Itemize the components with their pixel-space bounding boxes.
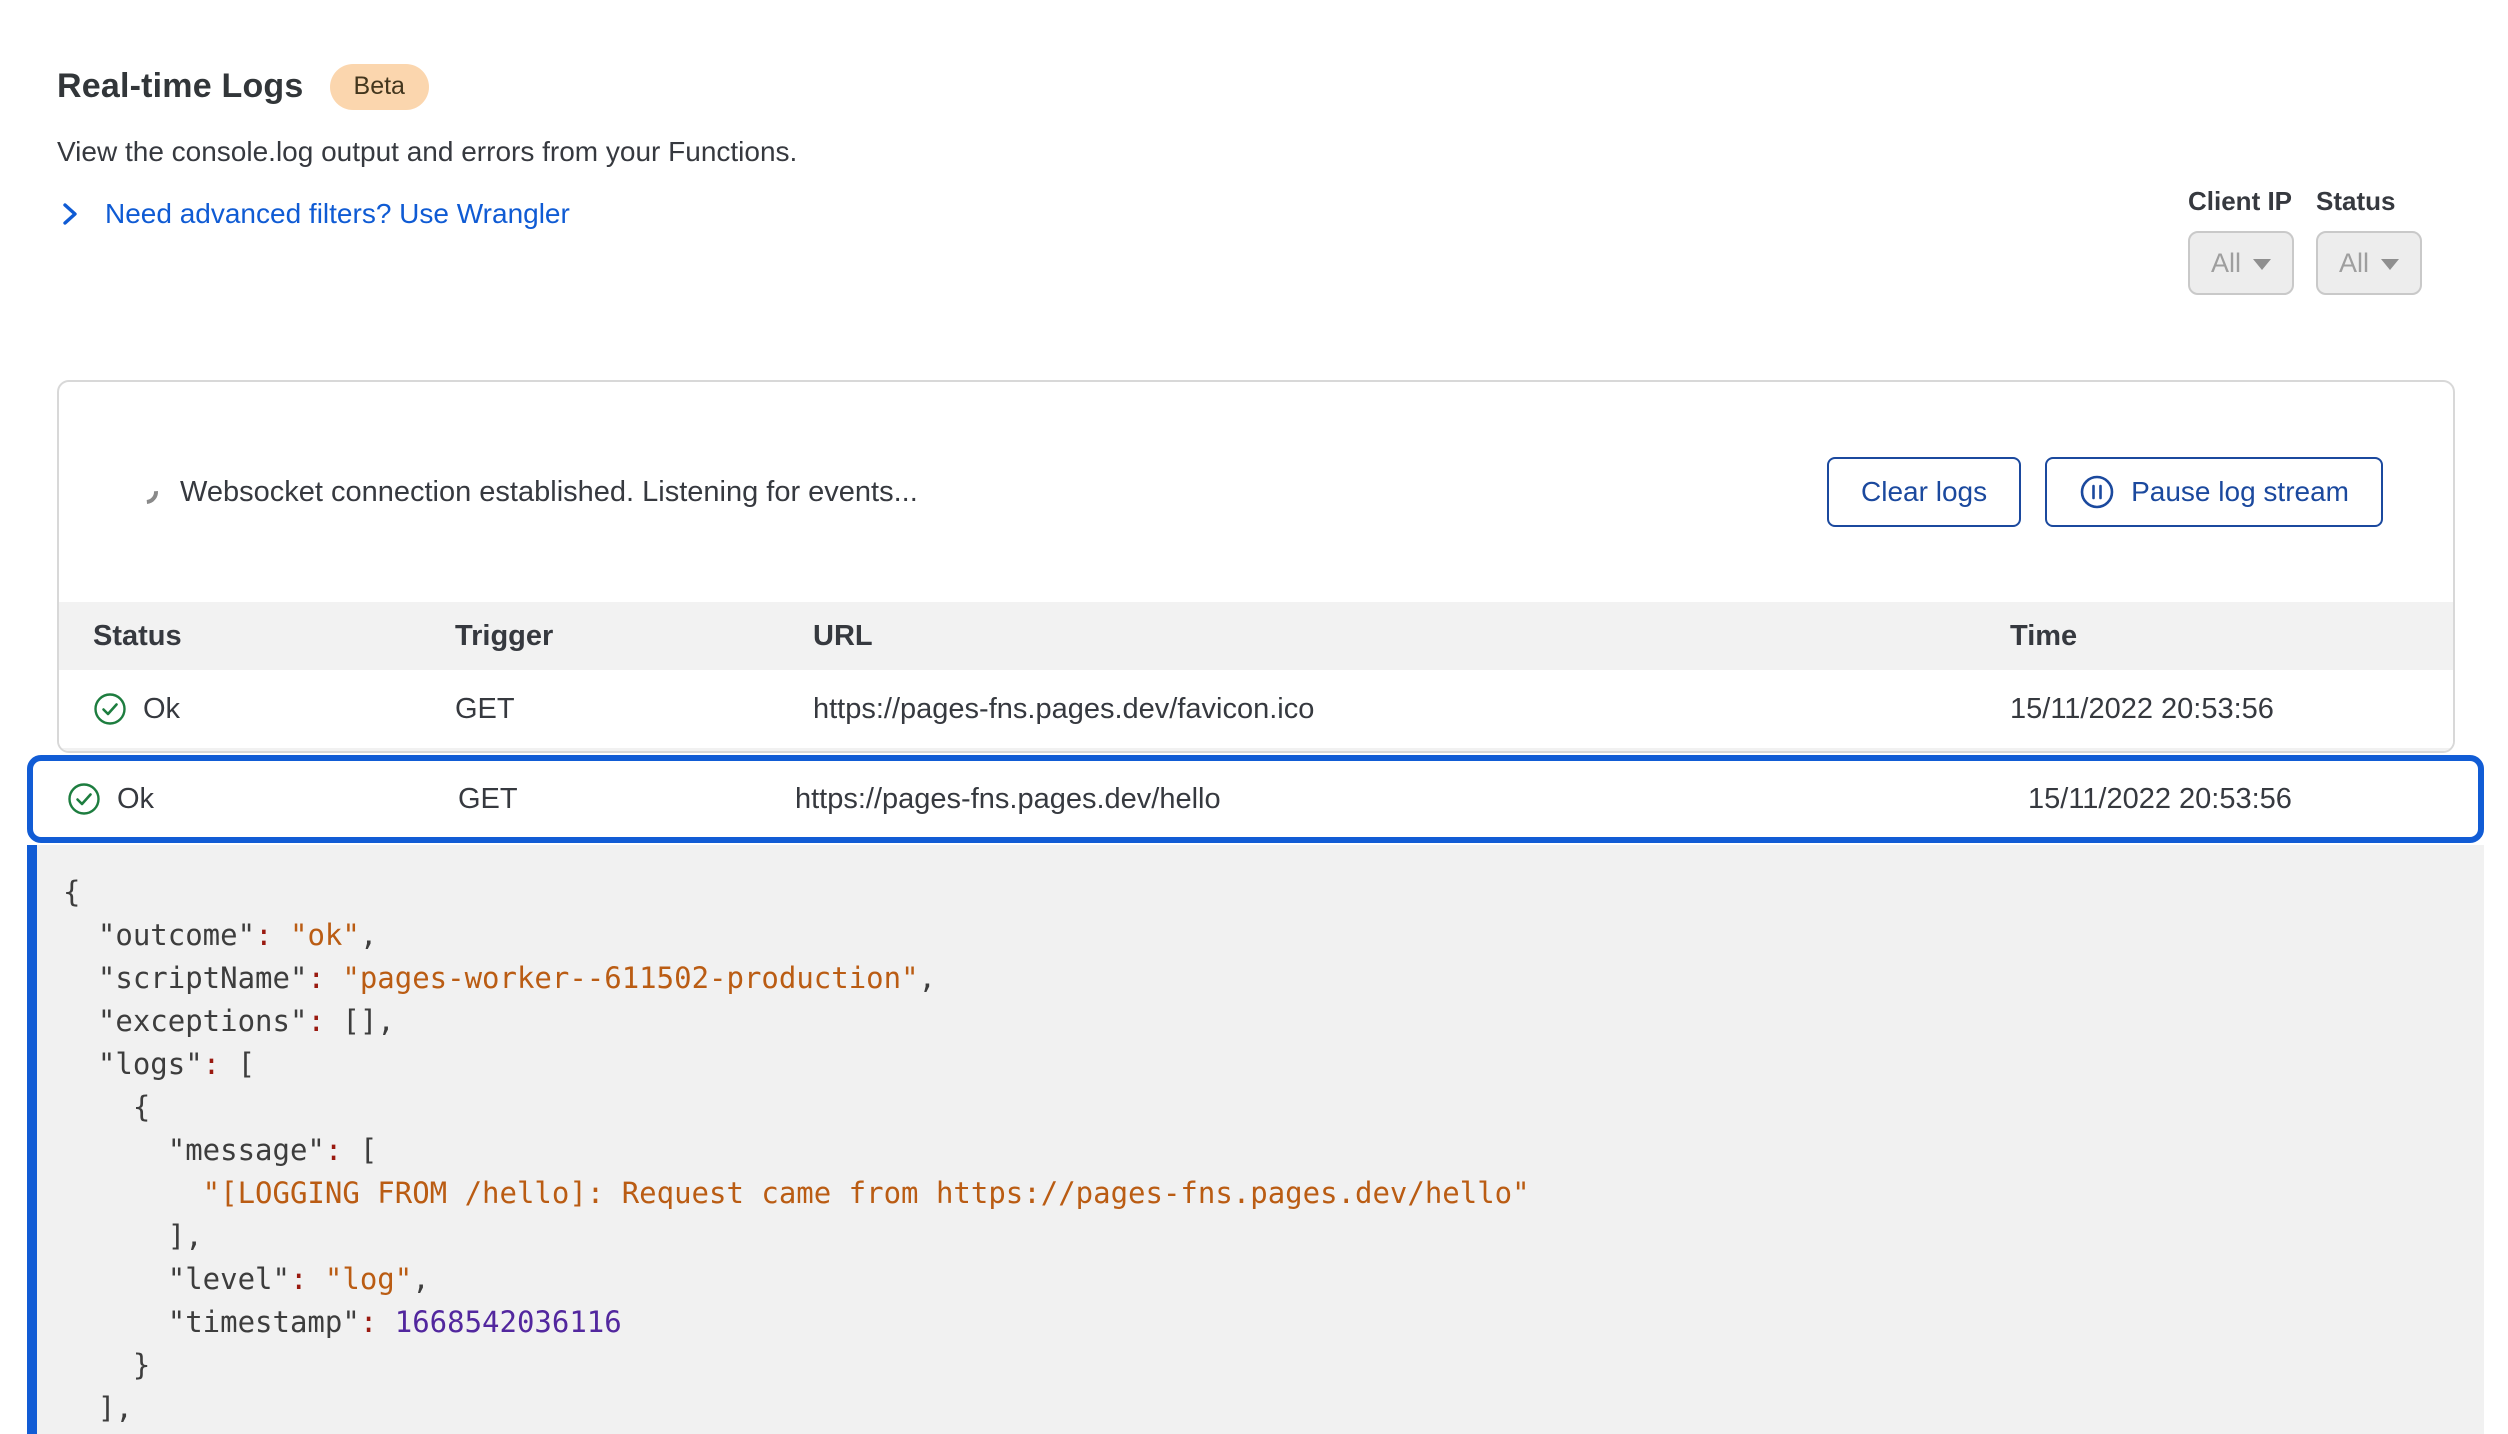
caret-down-icon [2253,259,2271,270]
status-ok-icon [67,782,101,816]
client-ip-filter-label: Client IP [2188,186,2294,217]
selected-log-row[interactable]: Ok GET https://pages-fns.pages.dev/hello… [27,755,2484,843]
client-ip-filter-dropdown[interactable]: All [2188,231,2294,295]
column-header-trigger: Trigger [455,620,813,653]
column-header-url: URL [813,620,2010,653]
logs-toolbar: Websocket connection established. Listen… [59,382,2453,602]
row-time: 15/11/2022 20:53:56 [2010,693,2413,726]
status-filter-value: All [2339,248,2369,279]
column-header-time: Time [2010,620,2413,653]
status-filter-group: Status All [2316,186,2422,295]
websocket-status-text: Websocket connection established. Listen… [180,476,1827,509]
row-trigger: GET [455,693,813,726]
row-status: Ok [143,693,180,726]
json-log-line: { [63,1086,2484,1129]
json-log-line: "timestamp": 1668542036116 [63,1301,2484,1344]
client-ip-filter-value: All [2211,248,2241,279]
advanced-filters-link-text[interactable]: Need advanced filters? Use Wrangler [105,198,570,230]
row-status: Ok [117,783,154,816]
json-log-line: { [63,871,2484,914]
json-log-line: } [63,1344,2484,1387]
logs-card: Websocket connection established. Listen… [57,380,2455,753]
clear-logs-label: Clear logs [1861,476,1987,508]
status-filter-dropdown[interactable]: All [2316,231,2422,295]
json-log-line: ], [63,1215,2484,1258]
card-bottom-sliver [59,748,2453,753]
pause-log-stream-label: Pause log stream [2131,476,2349,508]
status-ok-icon [93,692,127,726]
page-subtitle: View the console.log output and errors f… [57,136,2508,168]
page-title: Real-time Logs [57,67,304,106]
json-log-line: "logs": [ [63,1043,2484,1086]
page-header: Real-time Logs Beta View the console.log… [0,0,2508,230]
json-log-line: "scriptName": "pages-worker--611502-prod… [63,957,2484,1000]
log-filters: Client IP All Status All [2188,186,2422,295]
beta-badge: Beta [330,64,429,110]
json-code: { "outcome": "ok", "scriptName": "pages-… [63,871,2484,1430]
pause-log-stream-button[interactable]: Pause log stream [2045,457,2383,527]
log-table-header: Status Trigger URL Time [59,602,2453,670]
status-filter-label: Status [2316,186,2422,217]
json-log-line: "exceptions": [], [63,1000,2484,1043]
advanced-filters-link[interactable]: Need advanced filters? Use Wrangler [57,198,2508,230]
chevron-right-icon [57,201,83,227]
spinner-icon [129,475,163,509]
log-detail-panel: { "outcome": "ok", "scriptName": "pages-… [27,845,2484,1434]
json-log-line: "level": "log", [63,1258,2484,1301]
json-log-line: ], [63,1387,2484,1430]
client-ip-filter-group: Client IP All [2188,186,2294,295]
json-log-line: "message": [ [63,1129,2484,1172]
pause-icon [2079,474,2115,510]
row-url: https://pages-fns.pages.dev/favicon.ico [813,693,2010,726]
caret-down-icon [2381,259,2399,270]
column-header-status: Status [93,620,455,653]
clear-logs-button[interactable]: Clear logs [1827,457,2021,527]
json-log-line: "[LOGGING FROM /hello]: Request came fro… [63,1172,2484,1215]
row-time: 15/11/2022 20:53:56 [2028,783,2438,816]
row-url: https://pages-fns.pages.dev/hello [795,783,2028,816]
log-table-row[interactable]: Ok GET https://pages-fns.pages.dev/favic… [59,670,2453,748]
json-log-line: "outcome": "ok", [63,914,2484,957]
expanded-log-entry: Ok GET https://pages-fns.pages.dev/hello… [27,755,2484,1434]
row-trigger: GET [458,783,795,816]
